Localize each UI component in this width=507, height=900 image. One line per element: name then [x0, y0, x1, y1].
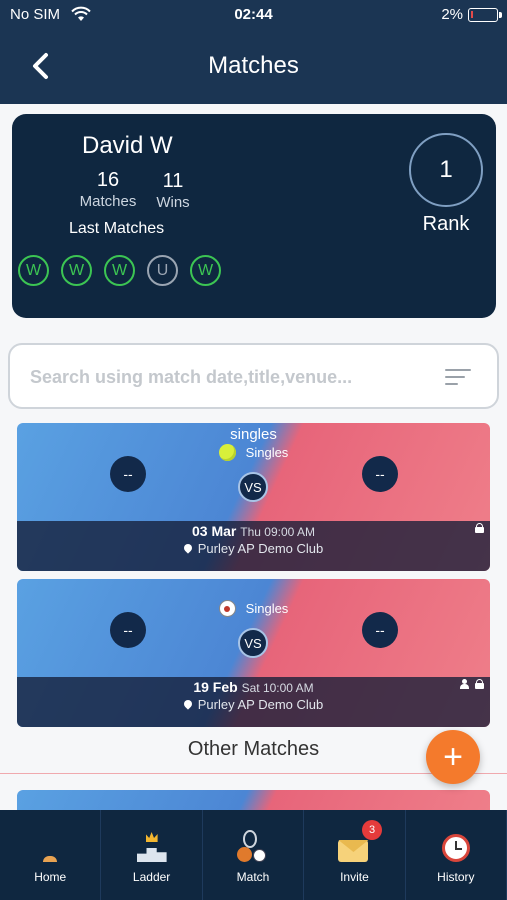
- person-icon: [460, 679, 469, 689]
- vs-badge: VS: [238, 628, 268, 658]
- profile-card: David W 16 Matches 11 Wins Last Matches …: [12, 114, 496, 318]
- player-name: David W: [82, 132, 173, 159]
- tab-label: Invite: [340, 870, 369, 884]
- wins-count: 11: [162, 170, 184, 192]
- match-sport: Singles: [17, 444, 490, 461]
- lock-icon: [475, 679, 484, 689]
- match-title: singles: [230, 426, 277, 443]
- result-badge: U: [147, 255, 178, 286]
- match-card[interactable]: [17, 790, 490, 810]
- match-venue: Purley AP Demo Club: [17, 541, 490, 556]
- rank-label: Rank: [422, 213, 470, 235]
- tennis-ball-icon: [218, 444, 236, 461]
- match-date: 19 Feb: [193, 679, 238, 695]
- wins-label: Wins: [156, 194, 190, 211]
- match-venue: Purley AP Demo Club: [17, 697, 490, 712]
- lock-icon: [475, 523, 484, 533]
- match-card[interactable]: Singles -- VS -- 19 Feb Sat 10:00 AM Pur…: [17, 579, 490, 727]
- match-date-time: 19 Feb Sat 10:00 AM: [17, 679, 490, 695]
- tab-label: Home: [34, 870, 67, 884]
- match-card[interactable]: singles Singles -- VS -- 03 Mar Thu 09:0…: [17, 423, 490, 571]
- location-pin-icon: [182, 542, 194, 554]
- tab-match[interactable]: Match: [203, 810, 305, 900]
- venue-name: Purley AP Demo Club: [197, 541, 324, 556]
- invite-icon: [338, 836, 370, 862]
- result-badge: W: [18, 255, 49, 286]
- tab-ladder[interactable]: Ladder: [101, 810, 203, 900]
- match-type-label: Singles: [245, 445, 289, 460]
- player-two-avatar: --: [362, 612, 398, 648]
- ladder-icon: [136, 832, 167, 862]
- match-date-time: 03 Mar Thu 09:00 AM: [17, 523, 490, 539]
- battery-icon: [468, 8, 502, 22]
- match-day-time: Sat 10:00 AM: [241, 681, 314, 695]
- match-type-label: Singles: [245, 601, 289, 616]
- tab-invite[interactable]: Invite: [304, 810, 406, 900]
- football-icon: [218, 600, 236, 617]
- player-two-avatar: --: [362, 456, 398, 492]
- result-badge: W: [104, 255, 135, 286]
- tab-label: History: [437, 870, 475, 884]
- match-sport: Singles: [17, 600, 490, 617]
- history-icon: [441, 834, 470, 862]
- tab-label: Match: [236, 870, 270, 884]
- search-input[interactable]: [30, 365, 420, 389]
- last-matches-label: Last Matches: [69, 220, 165, 237]
- status-bar: No SIM 02:44 2%: [0, 0, 507, 30]
- match-footer: 03 Mar Thu 09:00 AM Purley AP Demo Club: [17, 521, 490, 571]
- add-match-button[interactable]: +: [426, 730, 480, 784]
- location-pin-icon: [182, 698, 194, 710]
- tab-history[interactable]: History: [406, 810, 507, 900]
- invite-count-badge: 3: [362, 820, 382, 840]
- home-icon: [43, 856, 58, 862]
- match-footer: 19 Feb Sat 10:00 AM Purley AP Demo Club: [17, 677, 490, 727]
- filter-icon[interactable]: [445, 367, 473, 387]
- player-one-avatar: --: [110, 612, 146, 648]
- clock: 02:44: [234, 6, 273, 23]
- wins-stat: 11 Wins: [138, 170, 208, 211]
- bottom-tab-bar: Home Ladder Match Invite History 3: [0, 810, 507, 900]
- match-status-icons: [475, 523, 484, 533]
- match-icon: [237, 830, 269, 862]
- search-bar: [8, 343, 499, 409]
- result-badge: W: [61, 255, 92, 286]
- tab-home[interactable]: Home: [0, 810, 102, 900]
- last-matches-results: W W W U W: [18, 255, 221, 286]
- result-badge: W: [190, 255, 221, 286]
- main-content: David W 16 Matches 11 Wins Last Matches …: [0, 104, 507, 810]
- battery-percentage: 2%: [441, 6, 463, 23]
- rank-value: 1: [409, 133, 483, 207]
- page-title: Matches: [208, 52, 299, 79]
- match-date: 03 Mar: [192, 523, 237, 539]
- player-one-avatar: --: [110, 456, 146, 492]
- tab-label: Ladder: [132, 870, 171, 884]
- match-day-time: Thu 09:00 AM: [240, 525, 315, 539]
- match-status-icons: [460, 679, 484, 689]
- navigation-bar: Matches: [0, 30, 507, 104]
- venue-name: Purley AP Demo Club: [197, 697, 324, 712]
- vs-badge: VS: [238, 472, 268, 502]
